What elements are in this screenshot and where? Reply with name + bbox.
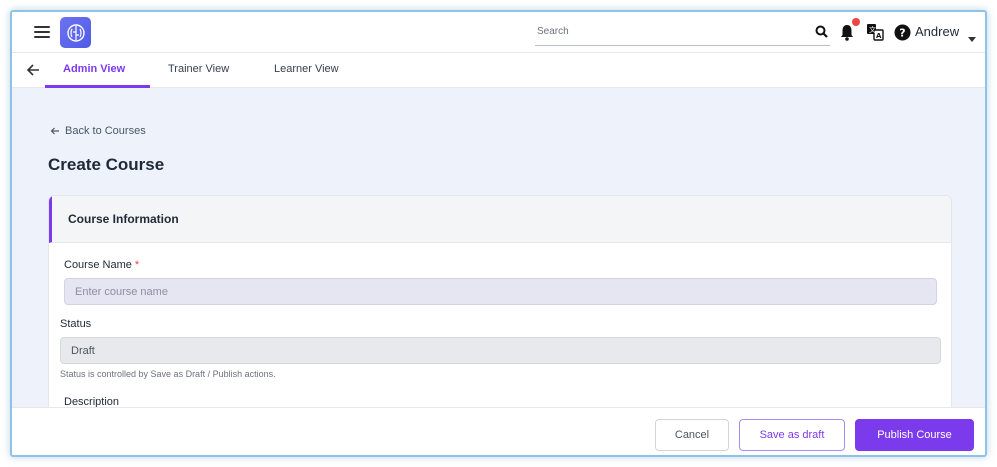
caret-down-icon[interactable] xyxy=(968,29,976,47)
course-name-label-text: Course Name xyxy=(64,259,132,271)
notification-badge xyxy=(852,18,860,26)
card-header: Course Information xyxy=(49,196,951,243)
back-arrow-icon[interactable] xyxy=(26,63,40,82)
tab-learner-view[interactable]: Learner View xyxy=(274,63,339,75)
arrow-left-icon xyxy=(50,127,59,135)
search-icon[interactable] xyxy=(815,25,828,43)
view-tab-bar: Admin View Trainer View Learner View xyxy=(12,53,985,88)
publish-course-button[interactable]: Publish Course xyxy=(855,419,974,451)
course-name-input[interactable] xyxy=(64,278,937,305)
status-field: Draft xyxy=(60,337,941,364)
search-input[interactable] xyxy=(535,18,805,44)
back-to-courses-link[interactable]: Back to Courses xyxy=(50,125,146,137)
status-label: Status xyxy=(60,318,92,330)
app-window: 文 A ? Andrew Admin View Trainer View Lea… xyxy=(10,10,987,457)
translate-icon[interactable]: 文 A xyxy=(866,23,884,46)
cancel-button[interactable]: Cancel xyxy=(655,419,729,451)
top-header: 文 A ? Andrew xyxy=(12,12,985,53)
save-as-draft-button[interactable]: Save as draft xyxy=(739,419,845,451)
back-link-label: Back to Courses xyxy=(65,125,146,137)
svg-text:A: A xyxy=(876,32,882,40)
card-title: Course Information xyxy=(68,212,179,226)
brain-logo-icon[interactable] xyxy=(60,17,91,48)
user-menu-name[interactable]: Andrew xyxy=(915,24,959,39)
tab-trainer-view[interactable]: Trainer View xyxy=(168,63,229,75)
course-information-card: Course Information Course Name * Status … xyxy=(48,195,952,435)
tab-admin-view[interactable]: Admin View xyxy=(63,63,125,75)
search-bar xyxy=(535,18,830,46)
status-helper-text: Status is controlled by Save as Draft / … xyxy=(60,369,276,379)
svg-text:?: ? xyxy=(899,27,905,40)
notification-bell-icon[interactable] xyxy=(840,24,854,46)
course-name-label: Course Name * xyxy=(64,259,139,271)
active-tab-indicator xyxy=(45,85,150,88)
required-asterisk: * xyxy=(134,259,140,271)
svg-text:文: 文 xyxy=(869,25,876,34)
page-title: Create Course xyxy=(48,155,165,174)
help-icon[interactable]: ? xyxy=(894,24,911,46)
action-footer: Cancel Save as draft Publish Course xyxy=(12,407,985,455)
menu-icon[interactable] xyxy=(34,26,50,38)
